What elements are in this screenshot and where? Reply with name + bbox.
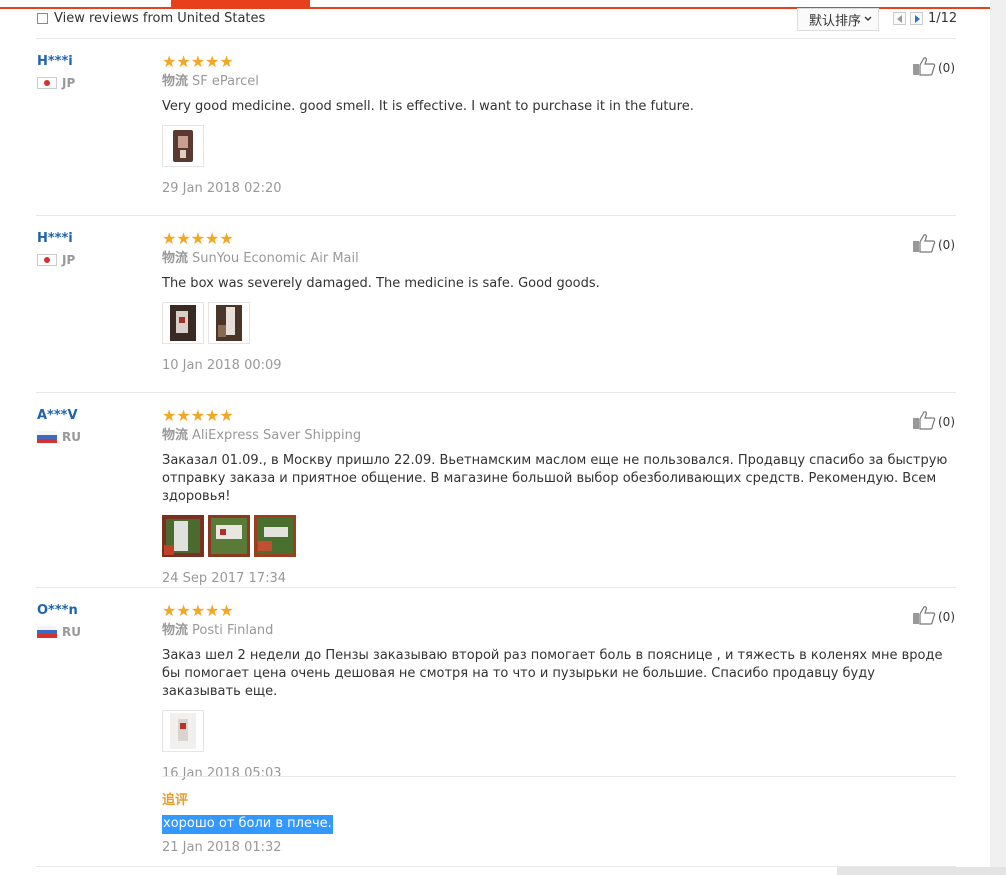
star-rating: ★★★★★: [162, 52, 234, 71]
star-rating: ★★★★★: [162, 406, 234, 425]
prev-arrow-icon: [897, 15, 902, 23]
reviewer-country: RU: [37, 430, 81, 444]
country-code: RU: [62, 625, 81, 639]
review-item: H***i JP ★★★★★ 物流 SF eParcel Very good me…: [36, 54, 956, 216]
review-content: ★★★★★ 物流 Posti Finland Заказ шел 2 недели…: [162, 603, 952, 782]
review-photos: [162, 515, 952, 557]
sort-dropdown-label: 默认排序: [809, 14, 862, 29]
shipping-method: 物流 SF eParcel: [162, 74, 952, 90]
review-item: H***i JP ★★★★★ 物流 SunYou Economic Air Mai…: [36, 231, 956, 393]
helpful-button[interactable]: (0): [912, 605, 955, 629]
active-tab-indicator: [171, 0, 310, 9]
chevron-down-icon: [864, 15, 872, 25]
helpful-button[interactable]: (0): [912, 410, 955, 434]
reviewer-info: H***i JP: [37, 231, 157, 267]
review-date: 10 Jan 2018 00:09: [162, 358, 282, 373]
country-code: JP: [62, 253, 76, 267]
review-item: O***n RU ★★★★★ 物流 Posti Finland Заказ шел…: [36, 603, 956, 867]
flag-jp-icon: [37, 77, 57, 89]
shipping-name: Posti Finland: [192, 623, 274, 638]
thumbs-up-icon: [912, 410, 936, 434]
review-photos: [162, 710, 952, 752]
shipping-label: 物流: [162, 251, 189, 266]
review-photo-thumbnail[interactable]: [162, 515, 204, 557]
reviewer-name[interactable]: O***n: [37, 603, 157, 619]
sort-dropdown[interactable]: 默认排序: [797, 8, 879, 31]
review-text: The box was severely damaged. The medici…: [162, 276, 600, 291]
reviewer-country: RU: [37, 625, 81, 639]
review-photo-thumbnail[interactable]: [162, 710, 204, 752]
star-rating: ★★★★★: [162, 601, 234, 620]
review-photo-thumbnail[interactable]: [208, 515, 250, 557]
helpful-button[interactable]: (0): [912, 233, 955, 257]
thumbs-up-icon: [912, 233, 936, 257]
reviewer-info: O***n RU: [37, 603, 157, 639]
shipping-method: 物流 AliExpress Saver Shipping: [162, 428, 952, 444]
review-date: 16 Jan 2018 05:03: [162, 766, 282, 781]
review-content: ★★★★★ 物流 AliExpress Saver Shipping Заказа…: [162, 408, 952, 587]
page-scrollbar-track[interactable]: [990, 0, 1006, 875]
flag-ru-icon: [37, 431, 57, 443]
us-filter-label[interactable]: View reviews from United States: [54, 11, 265, 26]
followup-divider: [162, 776, 956, 777]
star-rating: ★★★★★: [162, 229, 234, 248]
shipping-method: 物流 Posti Finland: [162, 623, 952, 639]
followup-label: 追评: [162, 793, 189, 808]
helpful-button[interactable]: (0): [912, 56, 955, 80]
helpful-count: (0): [938, 610, 955, 624]
review-text: Very good medicine. good smell. It is ef…: [162, 99, 694, 114]
thumbs-up-icon: [912, 56, 936, 80]
thumbs-up-icon: [912, 605, 936, 629]
prev-page-button[interactable]: [893, 12, 906, 25]
reviewer-name[interactable]: H***i: [37, 54, 157, 70]
review-photos: [162, 302, 952, 344]
reviewer-info: A***V RU: [37, 408, 157, 444]
review-date: 24 Sep 2017 17:34: [162, 571, 286, 586]
review-photo-thumbnail[interactable]: [208, 302, 250, 344]
helpful-count: (0): [938, 415, 955, 429]
shipping-label: 物流: [162, 623, 189, 638]
review-photo-thumbnail[interactable]: [162, 302, 204, 344]
review-content: ★★★★★ 物流 SunYou Economic Air Mail The box…: [162, 231, 952, 374]
shipping-name: AliExpress Saver Shipping: [192, 428, 362, 443]
shipping-label: 物流: [162, 74, 189, 89]
helpful-count: (0): [938, 61, 955, 75]
country-code: JP: [62, 76, 76, 90]
reviewer-country: JP: [37, 76, 75, 90]
followup-text: хорошо от боли в плече.: [162, 815, 333, 834]
reviewer-country: JP: [37, 253, 75, 267]
country-code: RU: [62, 430, 81, 444]
review-content: ★★★★★ 物流 SF eParcel Very good medicine. g…: [162, 54, 952, 197]
us-filter-checkbox[interactable]: [37, 13, 48, 24]
shipping-name: SunYou Economic Air Mail: [192, 251, 359, 266]
review-photos: [162, 125, 952, 167]
next-arrow-icon: [915, 15, 920, 23]
reviewer-name[interactable]: H***i: [37, 231, 157, 247]
review-toolbar: View reviews from United States 默认排序 1/1…: [36, 8, 958, 39]
shipping-name: SF eParcel: [192, 74, 259, 89]
shipping-method: 物流 SunYou Economic Air Mail: [162, 251, 952, 267]
horizontal-scrollbar[interactable]: [837, 867, 1006, 875]
followup-date: 21 Jan 2018 01:32: [162, 840, 282, 855]
review-item: A***V RU ★★★★★ 物流 AliExpress Saver Shippi…: [36, 408, 956, 588]
shipping-label: 物流: [162, 428, 189, 443]
next-page-button[interactable]: [910, 12, 923, 25]
review-photo-thumbnail[interactable]: [254, 515, 296, 557]
review-date: 29 Jan 2018 02:20: [162, 181, 282, 196]
page-indicator: 1/12: [928, 11, 958, 26]
review-photo-thumbnail[interactable]: [162, 125, 204, 167]
helpful-count: (0): [938, 238, 955, 252]
flag-jp-icon: [37, 254, 57, 266]
reviewer-name[interactable]: A***V: [37, 408, 157, 424]
review-text: Заказал 01.09., в Москву пришло 22.09. В…: [162, 453, 948, 504]
reviewer-info: H***i JP: [37, 54, 157, 90]
review-text: Заказ шел 2 недели до Пензы заказываю вт…: [162, 648, 943, 699]
flag-ru-icon: [37, 626, 57, 638]
